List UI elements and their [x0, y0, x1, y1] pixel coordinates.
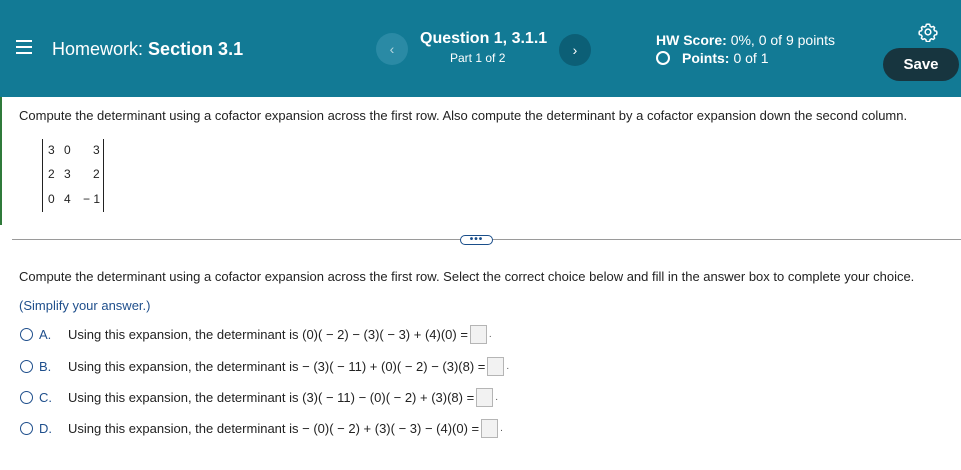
answer-input[interactable]: [481, 418, 499, 438]
hw-score-value: 0%, 0 of 9 points: [730, 32, 835, 48]
points-status: Points: 0 of 1: [656, 50, 768, 66]
ellipsis-icon: •••: [469, 234, 484, 245]
choice-letter: D.: [39, 420, 52, 436]
choice-a[interactable]: A. Using this expansion, the determinant…: [20, 324, 492, 344]
matrix-cell: 0: [48, 192, 55, 206]
answer-input[interactable]: [487, 356, 505, 376]
choice-d[interactable]: D. Using this expansion, the determinant…: [20, 418, 503, 438]
header-bar: Homework: Section 3.1 ‹ Question 1, 3.1.…: [0, 0, 961, 97]
choice-text: Using this expansion, the determinant is…: [68, 326, 468, 342]
radio-button[interactable]: [20, 359, 33, 373]
points-value: 0 of 1: [733, 50, 769, 66]
choice-b[interactable]: B. Using this expansion, the determinant…: [20, 356, 509, 376]
matrix-cell: 3: [48, 143, 55, 157]
homework-section: Section 3.1: [148, 39, 244, 59]
part-instruction: Compute the determinant using a cofactor…: [19, 269, 915, 284]
radio-button[interactable]: [20, 390, 33, 404]
hw-score: HW Score: 0%, 0 of 9 points: [656, 32, 835, 48]
matrix-cell: 3: [64, 167, 71, 181]
points-label: Points:: [682, 50, 730, 66]
choice-letter: C.: [39, 389, 52, 405]
circle-icon: [656, 51, 670, 65]
previous-question-button[interactable]: ‹: [376, 33, 408, 65]
save-button[interactable]: Save: [883, 48, 959, 81]
simplify-hint: (Simplify your answer.): [19, 298, 151, 313]
answer-input[interactable]: [469, 324, 487, 344]
matrix-cell: − 1: [83, 192, 101, 206]
matrix-cell: 2: [93, 167, 100, 181]
choice-text: Using this expansion, the determinant is…: [68, 389, 475, 405]
choice-text: Using this expansion, the determinant is…: [68, 420, 480, 436]
choice-letter: A.: [39, 326, 52, 342]
matrix-cell: 3: [93, 143, 100, 157]
expand-toggle-button[interactable]: •••: [460, 235, 493, 245]
determinant-matrix: 3 0 3 2 3 2 0 4 − 1: [42, 139, 104, 212]
homework-prefix: Homework:: [52, 39, 144, 59]
menu-icon[interactable]: [16, 40, 32, 54]
question-title: Question 1, 3.1.1: [420, 30, 548, 47]
matrix-cell: 4: [64, 192, 71, 206]
radio-button[interactable]: [20, 327, 33, 341]
choice-c[interactable]: C. Using this expansion, the determinant…: [20, 387, 498, 407]
matrix-cell: 2: [48, 167, 55, 181]
question-part: Part 1 of 2: [450, 51, 506, 65]
chevron-right-icon: ›: [572, 42, 578, 58]
choice-letter: B.: [39, 358, 52, 374]
answer-input[interactable]: [476, 387, 494, 407]
next-question-button[interactable]: ›: [559, 34, 591, 66]
hw-score-label: HW Score:: [656, 32, 727, 48]
gear-icon[interactable]: [918, 22, 938, 42]
matrix-cell: 0: [64, 143, 71, 157]
problem-prompt: Compute the determinant using a cofactor…: [19, 108, 908, 123]
radio-button[interactable]: [20, 421, 33, 435]
choice-text: Using this expansion, the determinant is…: [68, 358, 486, 374]
homework-title: Homework: Section 3.1: [52, 39, 243, 60]
chevron-left-icon: ‹: [389, 41, 395, 57]
